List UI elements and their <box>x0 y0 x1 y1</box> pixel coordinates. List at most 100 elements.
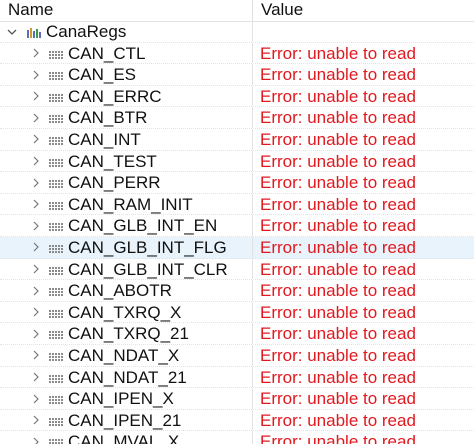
register-row[interactable]: CAN_TEST Error: unable to read <box>0 150 474 173</box>
chevron-right-icon[interactable] <box>30 43 42 64</box>
chevron-right-icon[interactable] <box>30 172 42 193</box>
register-row[interactable]: CAN_IPEN_X Error: unable to read <box>0 388 474 410</box>
register-value: Error: unable to read <box>260 43 416 63</box>
register-name: CAN_ERRC <box>68 86 162 106</box>
register-row[interactable]: CAN_INT Error: unable to read <box>0 128 474 151</box>
register-icon <box>48 372 64 384</box>
register-value: Error: unable to read <box>260 86 416 106</box>
register-row[interactable]: CAN_ES Error: unable to read <box>0 64 474 86</box>
register-row[interactable]: CAN_ERRC Error: unable to read <box>0 85 474 108</box>
register-value: Error: unable to read <box>260 259 416 279</box>
register-value: Error: unable to read <box>260 302 416 322</box>
register-icon <box>48 177 64 189</box>
register-icon <box>48 69 64 81</box>
register-icon <box>48 156 64 168</box>
tree-row-canaregs[interactable]: CanaRegs <box>0 21 474 43</box>
column-divider <box>252 107 253 128</box>
chevron-right-icon[interactable] <box>30 280 42 301</box>
chevron-right-icon[interactable] <box>30 64 42 85</box>
name-column-header[interactable]: Name <box>0 0 252 21</box>
value-column-header[interactable]: Value <box>253 0 474 21</box>
register-row[interactable]: CAN_IPEN_21 Error: unable to read <box>0 409 474 432</box>
register-value: Error: unable to read <box>260 108 416 128</box>
registers-view: Name Value CanaRegs CAN_CTL Error: unabl… <box>0 0 474 444</box>
register-row[interactable]: CAN_NDAT_21 Error: unable to read <box>0 366 474 389</box>
register-name: CAN_GLB_INT_FLG <box>68 237 227 257</box>
chevron-right-icon[interactable] <box>30 259 42 280</box>
register-name: CAN_MVAL_X <box>68 432 180 444</box>
register-name: CAN_RAM_INIT <box>68 194 193 214</box>
register-icon <box>48 199 64 211</box>
column-divider <box>252 150 253 172</box>
register-icon <box>48 285 64 297</box>
column-divider <box>252 323 253 344</box>
register-name: CAN_ES <box>68 65 137 85</box>
register-row[interactable]: CAN_BTR Error: unable to read <box>0 107 474 129</box>
register-value: Error: unable to read <box>260 129 416 149</box>
column-divider <box>252 193 253 215</box>
chevron-right-icon[interactable] <box>30 345 42 366</box>
register-name: CAN_TXRQ_21 <box>68 324 189 344</box>
column-divider <box>252 172 253 193</box>
chevron-right-icon[interactable] <box>30 194 42 215</box>
register-value: Error: unable to read <box>260 65 416 85</box>
chevron-right-icon[interactable] <box>30 323 42 344</box>
register-name: CAN_PERR <box>68 173 161 193</box>
register-icon <box>48 91 64 103</box>
register-group-icon <box>26 26 42 38</box>
register-name: CAN_IPEN_21 <box>68 410 182 430</box>
column-divider <box>252 215 253 236</box>
register-value: Error: unable to read <box>260 173 416 193</box>
register-row[interactable]: CAN_GLB_INT_CLR Error: unable to read <box>0 258 474 281</box>
register-icon <box>48 134 64 146</box>
register-name: CAN_NDAT_X <box>68 345 180 365</box>
register-icon <box>48 415 64 427</box>
chevron-right-icon[interactable] <box>30 388 42 409</box>
register-value: Error: unable to read <box>260 151 416 171</box>
register-row[interactable]: CAN_CTL Error: unable to read <box>0 42 474 65</box>
register-name: CAN_TEST <box>68 151 157 171</box>
register-row[interactable]: CAN_GLB_INT_EN Error: unable to read <box>0 215 474 237</box>
chevron-right-icon[interactable] <box>30 86 42 107</box>
register-tree: CanaRegs CAN_CTL Error: unable to read C… <box>0 21 474 444</box>
register-row[interactable]: CAN_TXRQ_21 Error: unable to read <box>0 323 474 345</box>
column-divider <box>252 388 253 409</box>
register-name: CAN_GLB_INT_CLR <box>68 259 228 279</box>
column-divider <box>252 366 253 388</box>
register-value: Error: unable to read <box>260 367 416 387</box>
column-divider <box>252 236 253 258</box>
register-icon <box>48 220 64 232</box>
column-divider <box>252 42 253 64</box>
chevron-right-icon[interactable] <box>30 215 42 236</box>
chevron-right-icon[interactable] <box>30 431 42 444</box>
register-row[interactable]: CAN_NDAT_X Error: unable to read <box>0 344 474 367</box>
column-divider <box>252 280 253 301</box>
register-row[interactable]: CAN_RAM_INIT Error: unable to read <box>0 193 474 216</box>
chevron-right-icon[interactable] <box>30 107 42 128</box>
register-row[interactable]: CAN_GLB_INT_FLG Error: unable to read <box>0 236 474 259</box>
chevron-right-icon[interactable] <box>30 151 42 172</box>
register-icon <box>48 350 64 362</box>
chevron-right-icon[interactable] <box>30 367 42 388</box>
chevron-right-icon[interactable] <box>30 237 42 258</box>
register-row[interactable]: CAN_TXRQ_X Error: unable to read <box>0 301 474 324</box>
column-divider <box>252 64 253 85</box>
chevron-down-icon[interactable] <box>6 21 18 42</box>
register-name: CAN_GLB_INT_EN <box>68 216 218 236</box>
register-row[interactable]: CAN_MVAL_X Error: unable to read <box>0 431 474 444</box>
register-row[interactable]: CAN_ABOTR Error: unable to read <box>0 280 474 302</box>
register-row[interactable]: CAN_PERR Error: unable to read <box>0 172 474 194</box>
register-icon <box>48 436 64 444</box>
column-divider <box>252 301 253 323</box>
register-icon <box>48 328 64 340</box>
column-divider <box>252 85 253 107</box>
chevron-right-icon[interactable] <box>30 302 42 323</box>
chevron-right-icon[interactable] <box>30 410 42 431</box>
register-name: CAN_INT <box>68 129 141 149</box>
register-value: Error: unable to read <box>260 410 416 430</box>
column-header: Name Value <box>0 0 474 22</box>
register-icon <box>48 112 64 124</box>
chevron-right-icon[interactable] <box>30 129 42 150</box>
register-name: CAN_BTR <box>68 108 148 128</box>
column-divider <box>252 128 253 150</box>
